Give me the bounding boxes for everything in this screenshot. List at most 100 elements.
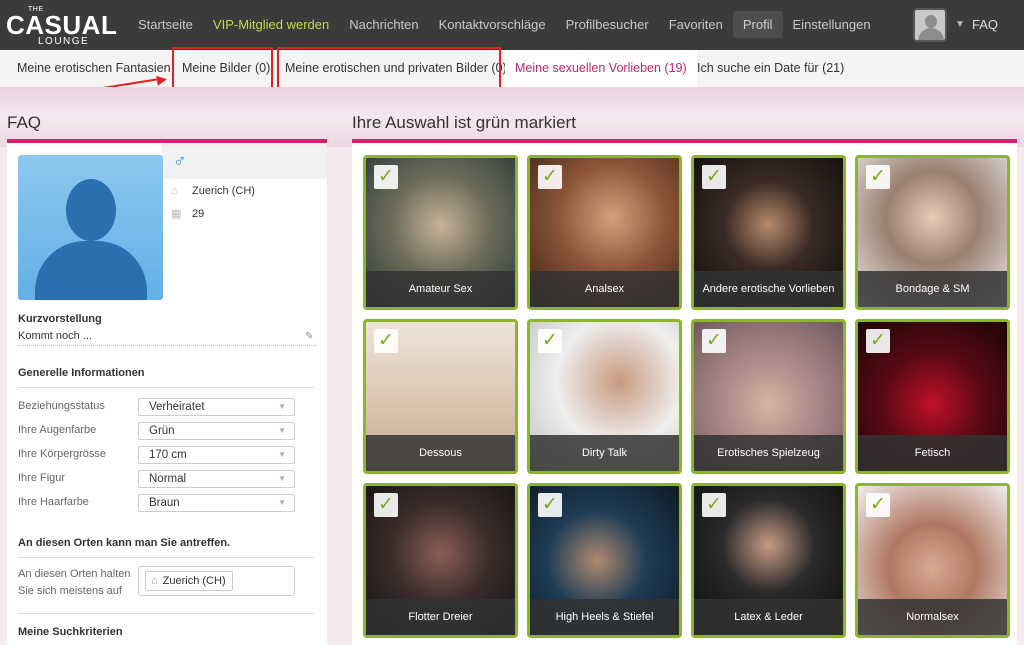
nav-einstellungen[interactable]: Einstellungen — [783, 11, 881, 38]
place-tag-label: Zuerich (CH) — [162, 575, 226, 587]
calendar-icon: ▦ — [171, 208, 182, 220]
preference-card-andere-vorlieben[interactable]: ✓ Andere erotische Vorlieben — [691, 155, 846, 310]
main-nav: Startseite VIP-Mitglied werden Nachricht… — [128, 11, 881, 38]
checkmark-icon: ✓ — [702, 329, 726, 353]
card-label: Latex & Leder — [694, 599, 843, 635]
general-info-title: Generelle Informationen — [18, 367, 145, 379]
preference-card-fetisch[interactable]: ✓ Fetisch — [855, 319, 1010, 474]
highlight-box-meine-bilder — [172, 47, 273, 90]
search-divider — [18, 613, 314, 614]
top-navigation-bar: THE CASUAL LOUNGE Startseite VIP-Mitglie… — [0, 0, 1024, 50]
select-value: Verheiratet — [149, 401, 205, 413]
nav-profilbesucher[interactable]: Profilbesucher — [556, 11, 659, 38]
place-tag[interactable]: ⌂ Zuerich (CH) — [145, 571, 233, 591]
card-label: Dirty Talk — [530, 435, 679, 471]
nav-favoriten[interactable]: Favoriten — [659, 11, 733, 38]
user-avatar[interactable] — [913, 8, 947, 42]
preference-card-erotisches-spielzeug[interactable]: ✓ Erotisches Spielzeug — [691, 319, 846, 474]
user-menu-caret-icon[interactable]: ▼ — [955, 19, 965, 30]
preference-card-dirty-talk[interactable]: ✓ Dirty Talk — [527, 319, 682, 474]
select-value: Normal — [149, 473, 187, 485]
select-augenfarbe[interactable]: Grün ▼ — [138, 422, 295, 440]
places-input[interactable]: ⌂ Zuerich (CH) — [138, 566, 295, 596]
card-label: High Heels & Stiefel — [530, 599, 679, 635]
select-figur[interactable]: Normal ▼ — [138, 470, 295, 488]
avatar-silhouette-head — [66, 179, 116, 241]
select-value: Braun — [149, 497, 180, 509]
checkmark-icon: ✓ — [538, 165, 562, 189]
places-label-line-2: Sie sich meistens auf — [18, 585, 122, 597]
gender-row-bg — [162, 143, 327, 179]
chevron-down-icon: ▼ — [278, 498, 286, 507]
preference-card-bondage-sm[interactable]: ✓ Bondage & SM — [855, 155, 1010, 310]
select-koerpergroesse[interactable]: 170 cm ▼ — [138, 446, 295, 464]
checkmark-icon: ✓ — [374, 493, 398, 517]
home-icon: ⌂ — [151, 575, 158, 587]
select-value: 170 cm — [149, 449, 187, 461]
nav-faq-link[interactable]: FAQ — [972, 17, 998, 32]
nav-nachrichten[interactable]: Nachrichten — [339, 11, 428, 38]
preferences-panel: ✓ Amateur Sex ✓ Analsex ✓ Andere erotisc… — [352, 143, 1017, 645]
checkmark-icon: ✓ — [702, 493, 726, 517]
profile-subtabs: Meine erotischen Fantasien Meine Bilder … — [0, 50, 1024, 87]
field-label-haarfarbe: Ihre Haarfarbe — [18, 496, 89, 508]
places-label: An diesen Orten halten Sie sich meistens… — [18, 566, 131, 600]
card-label: Erotisches Spielzeug — [694, 435, 843, 471]
card-label: Bondage & SM — [858, 271, 1007, 307]
chevron-down-icon: ▼ — [278, 426, 286, 435]
card-label: Fetisch — [858, 435, 1007, 471]
checkmark-icon: ✓ — [374, 329, 398, 353]
places-title: An diesen Orten kann man Sie antreffen. — [18, 537, 231, 549]
field-label-koerpergroesse: Ihre Körpergrösse — [18, 448, 107, 460]
card-label: Amateur Sex — [366, 271, 515, 307]
tab-sexuelle-vorlieben[interactable]: Meine sexuellen Vorlieben (19) — [505, 50, 697, 87]
nav-profil[interactable]: Profil — [732, 11, 783, 38]
profile-picture-placeholder[interactable] — [18, 155, 163, 300]
right-heading: Ihre Auswahl ist grün markiert — [352, 113, 576, 132]
preference-card-latex-leder[interactable]: ✓ Latex & Leder — [691, 483, 846, 638]
edit-pencil-icon[interactable]: ✎ — [305, 331, 313, 342]
nav-vip-mitglied[interactable]: VIP-Mitglied werden — [203, 11, 339, 38]
card-label: Dessous — [366, 435, 515, 471]
checkmark-icon: ✓ — [538, 329, 562, 353]
left-heading: FAQ — [7, 113, 42, 132]
location-value: Zuerich (CH) — [192, 185, 255, 197]
preference-card-amateur-sex[interactable]: ✓ Amateur Sex — [363, 155, 518, 310]
preference-card-dessous[interactable]: ✓ Dessous — [363, 319, 518, 474]
casual-lounge-logo[interactable]: THE CASUAL LOUNGE — [6, 6, 117, 47]
nav-kontaktvorschlaege[interactable]: Kontaktvorschläge — [429, 11, 556, 38]
checkmark-icon: ✓ — [866, 329, 890, 353]
checkmark-icon: ✓ — [866, 493, 890, 517]
chevron-down-icon: ▼ — [278, 474, 286, 483]
field-label-figur: Ihre Figur — [18, 472, 66, 484]
kurzvorstellung-text[interactable]: Kommt noch ... — [18, 330, 92, 342]
field-label-augenfarbe: Ihre Augenfarbe — [18, 424, 97, 436]
card-label: Flotter Dreier — [366, 599, 515, 635]
select-haarfarbe[interactable]: Braun ▼ — [138, 494, 295, 512]
preference-card-high-heels[interactable]: ✓ High Heels & Stiefel — [527, 483, 682, 638]
nav-startseite[interactable]: Startseite — [128, 11, 203, 38]
checkmark-icon: ✓ — [538, 493, 562, 517]
tab-date-fuer[interactable]: Ich suche ein Date für (21) — [697, 50, 844, 87]
select-value: Grün — [149, 425, 175, 437]
general-info-divider — [18, 387, 314, 388]
field-label-beziehungsstatus: Beziehungsstatus — [18, 400, 105, 412]
card-label: Andere erotische Vorlieben — [694, 271, 843, 307]
card-label: Analsex — [530, 271, 679, 307]
highlight-box-private-bilder — [277, 47, 501, 90]
search-criteria-title: Meine Suchkriterien — [18, 626, 123, 638]
preference-card-normalsex[interactable]: ✓ Normalsex — [855, 483, 1010, 638]
select-beziehungsstatus[interactable]: Verheiratet ▼ — [138, 398, 295, 416]
card-label: Normalsex — [858, 599, 1007, 635]
avatar-silhouette-body — [35, 241, 147, 300]
places-label-line-1: An diesen Orten halten — [18, 568, 131, 580]
chevron-down-icon: ▼ — [278, 402, 286, 411]
age-value: 29 — [192, 208, 205, 220]
preference-card-flotter-dreier[interactable]: ✓ Flotter Dreier — [363, 483, 518, 638]
location-field: ⌂ Zuerich (CH) — [171, 185, 255, 197]
preference-card-analsex[interactable]: ✓ Analsex — [527, 155, 682, 310]
checkmark-icon: ✓ — [374, 165, 398, 189]
kurzvorstellung-title: Kurzvorstellung — [18, 313, 102, 325]
avatar-body — [918, 28, 944, 40]
home-icon: ⌂ — [171, 185, 178, 197]
